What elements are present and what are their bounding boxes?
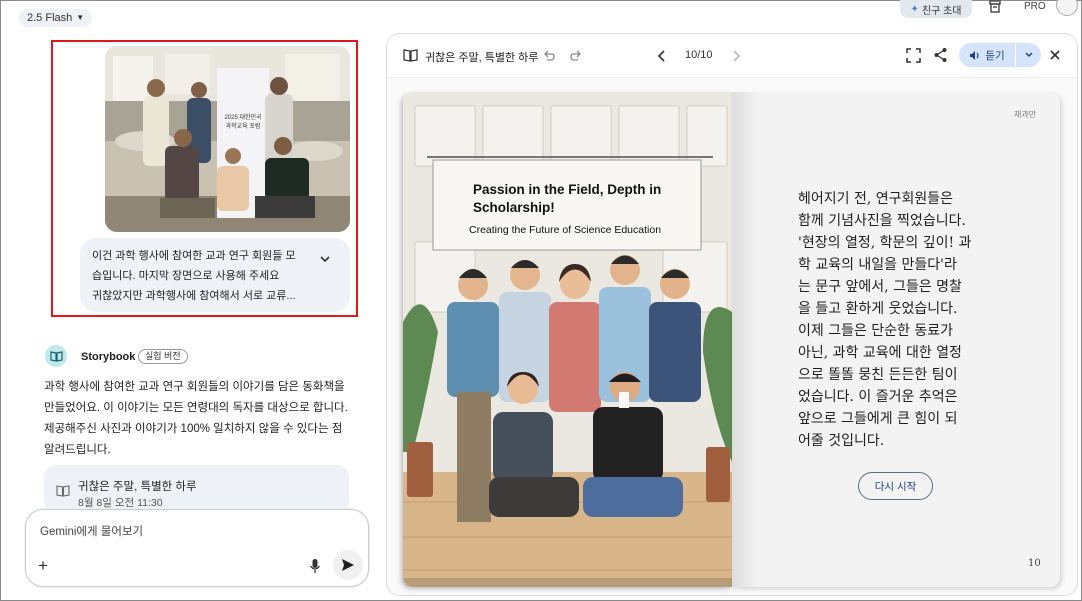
story-text-line: 는 문구 앞에서, 그들은 명찰 <box>798 279 962 295</box>
highlight-box <box>51 40 358 317</box>
story-text-line: 아닌, 과학 교육에 대한 열정 <box>798 345 962 361</box>
pro-badge: PRO <box>1024 1 1046 12</box>
assistant-name: Storybook <box>81 351 136 363</box>
viewer-toolbar: 귀찮은 주말, 특별한 하루 10/10 듣기 <box>387 34 1077 78</box>
assistant-reply: 과학 행사에 참여한 교과 연구 회원들의 이야기를 담은 동화책을 만들었어요… <box>44 377 356 461</box>
sparkle-icon: ✦ <box>910 3 919 15</box>
trash-icon[interactable] <box>988 0 1002 14</box>
reply-line: 만들었어요. 이 이야기는 모든 연령대의 독자를 대상으로 합니다. <box>44 402 348 414</box>
reply-line: 알려드립니다. <box>44 444 111 456</box>
story-text-line: '현장의 열정, 학문의 깊이! 과 <box>798 235 972 251</box>
chevron-left-icon[interactable] <box>655 48 669 64</box>
listen-options-button[interactable] <box>1015 43 1041 67</box>
story-text-page: 재과만 헤어지기 전, 연구회원들은 함께 기념사진을 찍었습니다. '현장의 … <box>732 92 1060 587</box>
listen-control: 듣기 <box>959 43 1041 67</box>
send-button[interactable] <box>333 550 363 580</box>
story-text-line: 었습니다. 이 즐거운 추억은 <box>798 389 958 405</box>
story-text-line: 앞으로 그들에게 큰 힘이 되 <box>798 411 958 427</box>
restart-button[interactable]: 다시 시작 <box>858 472 933 500</box>
page-number: 10 <box>1028 558 1041 569</box>
reply-line: 제공해주신 사진과 이야기가 100% 일치하지 않을 수 있다는 점 <box>44 423 343 435</box>
page-indicator: 10/10 <box>685 49 713 61</box>
send-icon <box>342 559 354 571</box>
story-text-line: 을 들고 환하게 웃었습니다. <box>798 301 958 317</box>
viewer-title: 귀찮은 주말, 특별한 하루 <box>425 52 539 64</box>
story-card-date: 8월 8일 오전 11:30 <box>78 497 163 509</box>
fullscreen-icon[interactable] <box>906 48 921 63</box>
story-text: 헤어지기 전, 연구회원들은 함께 기념사진을 찍었습니다. '현장의 열정, … <box>798 188 1013 452</box>
mic-icon[interactable] <box>309 558 321 574</box>
model-selector[interactable]: 2.5 Flash ▼ <box>19 9 93 27</box>
story-text-line: 학 교육의 내일을 만들다'라 <box>798 257 957 273</box>
storybook-viewer: 귀찮은 주말, 특별한 하루 10/10 듣기 Passion in the F… <box>386 33 1078 596</box>
storybook-logo <box>45 345 67 367</box>
book-icon <box>56 485 70 497</box>
listen-button[interactable]: 듣기 <box>959 43 1015 67</box>
chevron-right-icon[interactable] <box>729 48 743 64</box>
speaker-icon <box>970 50 979 60</box>
book-icon <box>403 49 418 62</box>
story-text-line: 어줄 것입니다. <box>798 433 885 449</box>
close-icon[interactable] <box>1048 48 1062 62</box>
page-header: 재과만 <box>1014 110 1037 119</box>
chevron-down-icon: ▼ <box>76 13 85 22</box>
prompt-placeholder: Gemini에게 물어보기 <box>40 526 144 538</box>
open-book-icon <box>49 350 63 362</box>
story-illustration-page: Passion in the Field, Depth in Scholarsh… <box>403 92 732 587</box>
undo-icon[interactable] <box>542 49 556 63</box>
banner-title-line-2: Scholarship! <box>473 200 555 215</box>
story-text-line: 이제 그들은 단순한 동료가 <box>798 323 954 339</box>
banner-title-line-1: Passion in the Field, Depth in <box>473 182 661 197</box>
story-text-line: 헤어지기 전, 연구회원들은 <box>798 191 954 207</box>
reply-line: 과학 행사에 참여한 교과 연구 회원들의 이야기를 담은 동화책을 <box>44 381 345 393</box>
share-icon[interactable] <box>933 47 948 63</box>
prompt-input[interactable]: Gemini에게 물어보기 + <box>25 509 369 587</box>
listen-label: 듣기 <box>985 49 1005 62</box>
chevron-down-icon <box>1024 52 1033 58</box>
experimental-badge: 실험 버전 <box>138 349 188 364</box>
add-icon[interactable]: + <box>38 557 48 574</box>
story-card[interactable]: 귀찮은 주말, 특별한 하루 8월 8일 오전 11:30 <box>44 465 349 513</box>
banner-subtitle: Creating the Future of Science Education <box>469 224 661 236</box>
invite-friend-button[interactable]: ✦ 친구 초대 <box>900 0 972 18</box>
invite-label: 친구 초대 <box>921 5 962 17</box>
redo-icon[interactable] <box>569 49 583 63</box>
story-card-title: 귀찮은 주말, 특별한 하루 <box>78 481 197 493</box>
story-text-line: 함께 기념사진을 찍었습니다. <box>798 213 966 229</box>
story-text-line: 으로 똘똘 뭉친 든든한 팀이 <box>798 367 958 383</box>
model-label: 2.5 Flash <box>27 12 73 24</box>
